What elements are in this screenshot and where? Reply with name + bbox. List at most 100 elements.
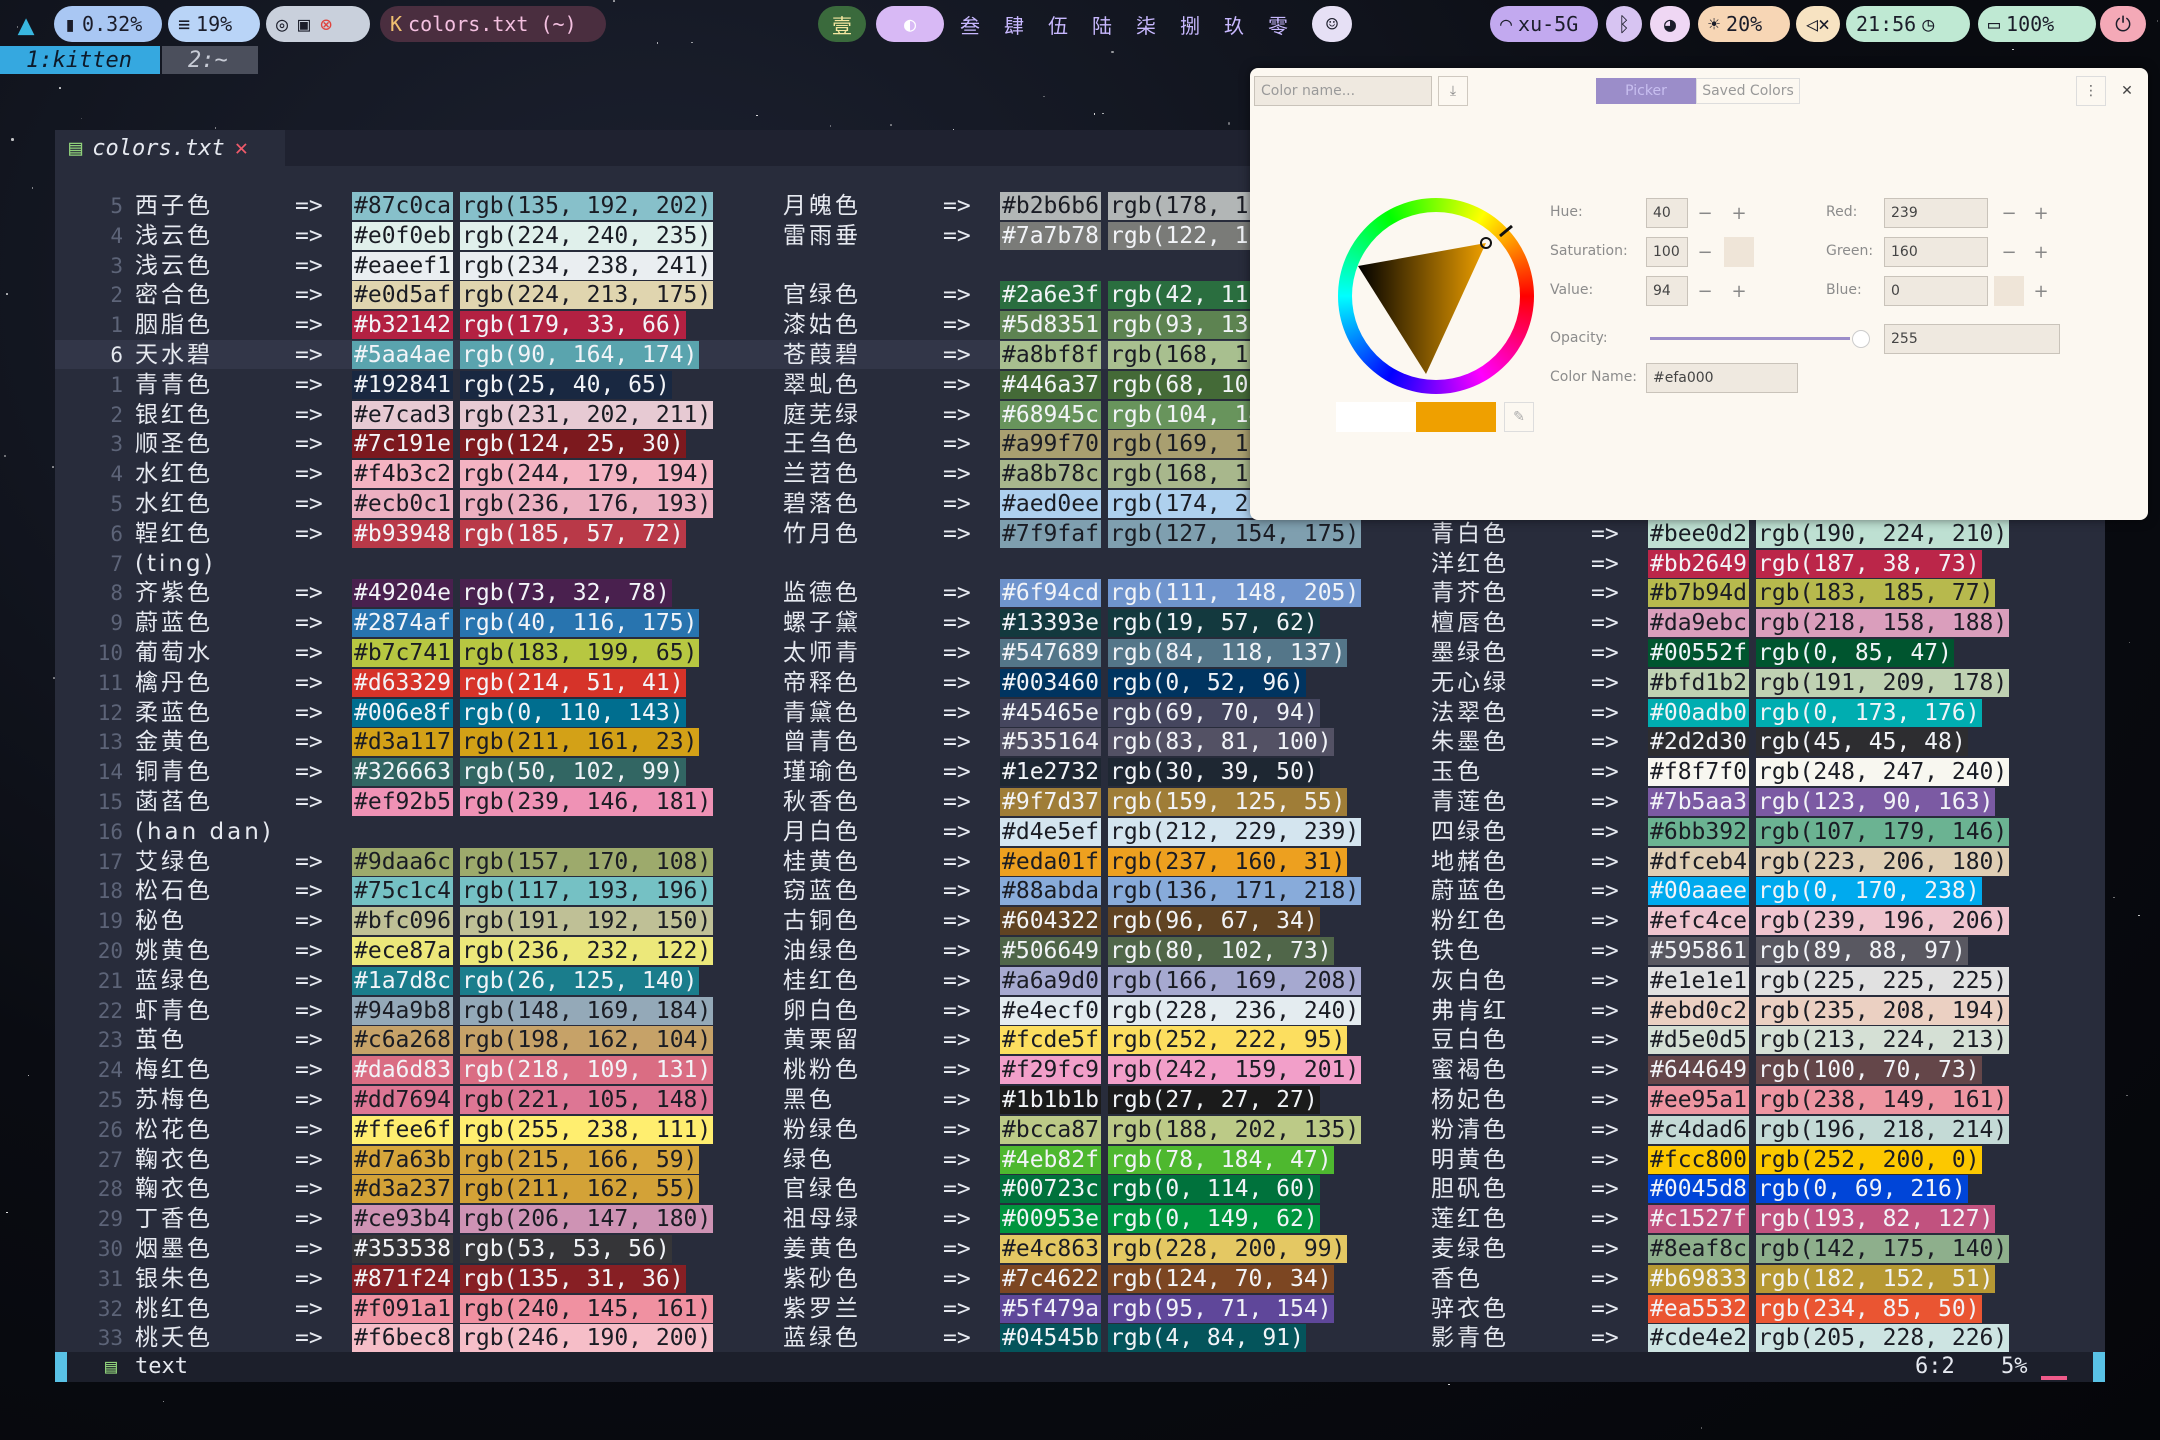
buffer-tab[interactable]: ▤ colors.txt ✕ <box>55 130 285 166</box>
green-decrement[interactable]: − <box>1994 237 2024 267</box>
hue-input[interactable]: 40 <box>1646 198 1688 228</box>
rgb-value: rgb(234, 85, 50) <box>1756 1294 1982 1323</box>
tray-widget[interactable]: ◎ ▣ ⊗ <box>266 6 370 42</box>
color-name: 松石色 <box>135 878 213 905</box>
red-input[interactable]: 239 <box>1884 198 1988 228</box>
rgb-value: rgb(142, 175, 140) <box>1756 1235 2010 1263</box>
arrow: => <box>295 222 323 249</box>
memory-widget[interactable]: ≡ 19% <box>168 6 260 42</box>
saturation-decrement[interactable]: − <box>1690 237 1720 267</box>
arrow: => <box>1591 640 1619 666</box>
workspace-6[interactable]: 陆 <box>1082 6 1122 42</box>
hex-value: #a6a9d0 <box>1000 966 1101 995</box>
hex-value: #5f479a <box>1000 1294 1101 1323</box>
workspace-10[interactable]: 零 <box>1258 6 1298 42</box>
line-number: 9 <box>110 611 123 636</box>
color-name-output[interactable]: #efa000 <box>1646 363 1798 393</box>
workspace-4[interactable]: 肆 <box>994 6 1034 42</box>
workspace-5[interactable]: 伍 <box>1038 6 1078 42</box>
saturation-input[interactable]: 100 <box>1646 237 1688 267</box>
color-name: 胆矾色 <box>1431 1176 1509 1203</box>
color-name: 梅红色 <box>135 1057 213 1084</box>
value-input[interactable]: 94 <box>1646 276 1688 306</box>
arrow: => <box>1591 1295 1619 1322</box>
app-icon[interactable]: ☺ <box>1312 6 1352 42</box>
green-input[interactable]: 160 <box>1884 237 1988 267</box>
arrow: => <box>295 1087 323 1113</box>
cpu-widget[interactable]: ▮ 0.32% <box>54 6 162 42</box>
power-button[interactable]: ⏻ <box>2100 6 2146 42</box>
arrow: => <box>943 878 971 905</box>
clock-widget[interactable]: 21:56 ◷ <box>1846 6 1970 42</box>
tab-home[interactable]: 2:~ <box>162 46 258 74</box>
line-number: 10 <box>97 641 123 665</box>
workspace-8[interactable]: 捌 <box>1170 6 1210 42</box>
color-name: 漆姑色 <box>783 312 861 339</box>
hue-wheel[interactable] <box>1336 196 1536 396</box>
arrow: => <box>295 997 323 1024</box>
tab-picker[interactable]: Picker <box>1596 78 1696 104</box>
hex-value: #a8b78c <box>1000 460 1101 489</box>
hex-value: #04545b <box>1000 1324 1101 1353</box>
red-decrement[interactable]: − <box>1994 198 2024 228</box>
rgb-value: rgb(0, 52, 96) <box>1108 668 1306 697</box>
opacity-slider-handle[interactable] <box>1852 330 1870 348</box>
volume-widget[interactable]: ◁× <box>1796 6 1840 42</box>
brightness-widget[interactable]: ☀ 20% <box>1698 6 1790 42</box>
saturation-increment[interactable] <box>1724 237 1754 267</box>
arch-logo-icon[interactable]: ▲ <box>8 6 44 42</box>
theme-widget[interactable]: ◕ <box>1650 6 1690 42</box>
red-increment[interactable]: + <box>2026 198 2056 228</box>
battery-widget[interactable]: ▭ 100% <box>1978 6 2096 42</box>
hue-increment[interactable]: + <box>1724 198 1754 228</box>
workspace-1[interactable]: 壹 <box>818 6 866 42</box>
workspace-9[interactable]: 玖 <box>1214 6 1254 42</box>
color-name-input[interactable]: Color name... <box>1254 76 1432 106</box>
arrow: => <box>295 520 323 547</box>
rgb-value: rgb(68, 106 <box>1108 370 1265 399</box>
arrow: => <box>1591 789 1619 815</box>
hex-value: #f8f7f0 <box>1648 758 1749 787</box>
rgb-value: rgb(191, 192, 150) <box>460 907 714 936</box>
workspace-7[interactable]: 柒 <box>1126 6 1166 42</box>
line-number: 4 <box>110 462 123 487</box>
close-button[interactable]: ✕ <box>2112 76 2142 106</box>
tab-saved-colors[interactable]: Saved Colors <box>1696 78 1800 104</box>
blue-increment[interactable]: + <box>2026 276 2056 306</box>
rgb-value: rgb(179, 33, 66) <box>460 311 686 340</box>
bluetooth-widget[interactable]: ᛒ <box>1606 6 1642 42</box>
color-name: 秋香色 <box>783 789 861 815</box>
blue-input[interactable]: 0 <box>1884 276 1988 306</box>
arrow: => <box>1591 550 1619 577</box>
menu-button[interactable]: ⋮ <box>2076 76 2106 106</box>
hex-value: #bfc096 <box>352 907 453 936</box>
save-color-button[interactable]: ⤓ <box>1438 76 1468 106</box>
opacity-input[interactable]: 255 <box>1884 324 2060 354</box>
rgb-value: rgb(100, 70, 73) <box>1756 1056 1982 1085</box>
workspace-3[interactable]: 叁 <box>950 6 990 42</box>
rgb-value: rgb(242, 159, 201) <box>1108 1056 1362 1085</box>
color-name: 洋红色 <box>1431 550 1509 577</box>
hex-value: #7c191e <box>352 430 453 459</box>
workspace-toggle[interactable]: ◐ <box>876 6 944 42</box>
hex-value: #006e8f <box>352 698 453 727</box>
close-buffer-icon[interactable]: ✕ <box>235 136 248 161</box>
eyedropper-button[interactable]: ✎ <box>1504 402 1534 432</box>
hue-decrement[interactable]: − <box>1690 198 1720 228</box>
blue-decrement[interactable] <box>1994 276 2024 306</box>
wifi-widget[interactable]: ◠ xu-5G <box>1490 6 1598 42</box>
arrow: => <box>1591 699 1619 726</box>
opacity-slider-track[interactable] <box>1650 337 1850 340</box>
hex-value: #f6bec8 <box>352 1324 453 1353</box>
arrow: => <box>943 193 971 219</box>
arrow: => <box>1591 908 1619 935</box>
tab-kitten[interactable]: 1:kitten <box>0 46 160 74</box>
arrow: => <box>943 1027 971 1054</box>
green-increment[interactable]: + <box>2026 237 2056 267</box>
value-increment[interactable]: + <box>1724 276 1754 306</box>
star <box>829 125 832 127</box>
rgb-value: rgb(135, 31, 36) <box>460 1264 686 1293</box>
value-decrement[interactable]: − <box>1690 276 1720 306</box>
eyedropper-icon: ✎ <box>1513 409 1525 425</box>
color-name: 鞠衣色 <box>135 1176 213 1203</box>
